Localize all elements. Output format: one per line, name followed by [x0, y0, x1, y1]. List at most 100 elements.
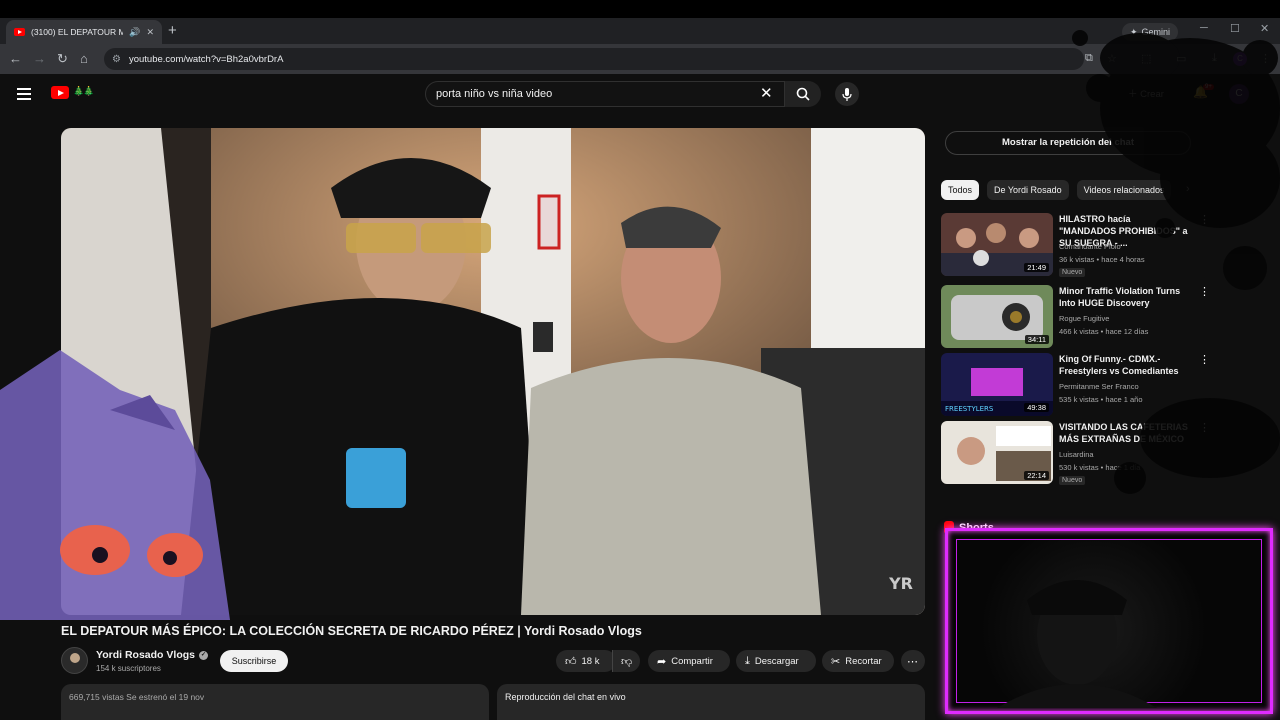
share-arrow-icon: ➦: [657, 655, 667, 668]
recommendation-meta: 466 k vistas • hace 12 días: [1059, 327, 1149, 336]
recommendation-title[interactable]: VISITANDO LAS CAFETERIAS MÁS EXTRAÑAS DE…: [1059, 421, 1189, 445]
extensions-icon[interactable]: ⬚: [1141, 52, 1151, 65]
clip-button[interactable]: ✂ Recortar: [822, 650, 894, 672]
tab-title: (3100) EL DEPATOUR MÁS É: [31, 27, 124, 37]
recommendation-title[interactable]: King Of Funny.- CDMX.- Freestylers vs Co…: [1059, 353, 1189, 377]
home-icon[interactable]: ⌂: [80, 51, 88, 67]
thumbs-down-icon: 👎︎: [621, 655, 633, 668]
search-query-text: porta niño vs niña video: [436, 88, 553, 100]
svg-text:FREESTYLERS: FREESTYLERS: [945, 405, 994, 413]
url-omnibox[interactable]: ⚙ youtube.com/watch?v=Bh2a0vbrDrA: [104, 48, 1084, 70]
youtube-doodle-icon[interactable]: 🎄🎄: [73, 86, 94, 97]
close-tab-icon[interactable]: ✕: [146, 27, 154, 38]
search-input[interactable]: porta niño vs niña video: [425, 81, 785, 107]
like-button[interactable]: 👍︎ 18 k: [556, 650, 616, 672]
url-text: youtube.com/watch?v=Bh2a0vbrDrA: [128, 53, 284, 65]
chevron-right-icon[interactable]: ›: [1186, 183, 1190, 195]
reload-icon[interactable]: ↻: [57, 51, 68, 67]
sidepanel-icon[interactable]: ▭: [1176, 52, 1186, 65]
browser-menu-icon[interactable]: ⋮: [1260, 52, 1271, 65]
download-icon[interactable]: ⤓: [1212, 52, 1217, 65]
plus-icon: ＋: [1128, 89, 1141, 100]
os-top-bar: [0, 0, 1280, 18]
description-meta: 669,715 vistas Se estrenó el 19 nov: [69, 692, 205, 702]
video-frame-image: [61, 128, 925, 615]
recommendation-item[interactable]: 21:49 HILASTRO hacía "MANDADOS PROHIBIDO…: [941, 213, 1211, 277]
video-thumbnail[interactable]: 21:49: [941, 213, 1053, 276]
chip-all[interactable]: Todos: [941, 180, 980, 200]
video-duration: 34:11: [1024, 335, 1049, 344]
gemini-label: Gemini: [1141, 27, 1171, 37]
recommendation-item[interactable]: 34:11 Minor Traffic Violation Turns Into…: [941, 285, 1211, 349]
new-tab-button[interactable]: +: [168, 22, 177, 40]
speaker-icon[interactable]: 🔊: [129, 27, 140, 38]
gemini-button[interactable]: ✦ Gemini: [1122, 23, 1179, 41]
browser-address-bar: ← → ↻ ⌂ ⚙ youtube.com/watch?v=Bh2a0vbrDr…: [0, 44, 1280, 74]
recommendation-channel[interactable]: Rogue Fugitive: [1059, 314, 1109, 323]
maximize-icon[interactable]: ☐: [1230, 22, 1240, 35]
recommendation-item[interactable]: 22:14 VISITANDO LAS CAFETERIAS MÁS EXTRA…: [941, 421, 1211, 485]
download-button[interactable]: ⤓ Descargar: [736, 650, 816, 672]
browser-tab-youtube[interactable]: (3100) EL DEPATOUR MÁS É 🔊 ✕: [6, 20, 162, 44]
video-thumbnail[interactable]: FREESTYLERS 49:38: [941, 353, 1053, 416]
recommendation-title[interactable]: Minor Traffic Violation Turns Into HUGE …: [1059, 285, 1189, 309]
subscriber-count: 154 k suscriptores: [96, 664, 161, 673]
voice-search-button[interactable]: [835, 82, 859, 106]
search-button[interactable]: [785, 81, 821, 107]
recommendation-channel[interactable]: Permitanme Ser Franco: [1059, 382, 1139, 391]
new-badge: Nuevo: [1059, 476, 1086, 485]
more-vertical-icon[interactable]: ⋮: [1199, 423, 1210, 434]
recommendation-item[interactable]: FREESTYLERS 49:38 King Of Funny.- CDMX.-…: [941, 353, 1211, 417]
create-button[interactable]: ＋ Crear: [1128, 86, 1164, 100]
recommendation-channel[interactable]: Comandante Piolo: [1059, 242, 1121, 251]
verified-check-icon: ✓: [198, 650, 208, 660]
account-avatar[interactable]: C: [1229, 84, 1249, 104]
more-vertical-icon[interactable]: ⋮: [1199, 215, 1210, 226]
notifications-count-badge: 9+: [1203, 84, 1214, 90]
video-thumbnail[interactable]: 34:11: [941, 285, 1053, 348]
install-app-icon[interactable]: ⧉: [1085, 52, 1093, 65]
chip-related[interactable]: Videos relacionados: [1076, 180, 1172, 200]
channel-avatar[interactable]: [61, 647, 88, 674]
channel-name[interactable]: Yordi Rosado Vlogs ✓: [96, 649, 208, 661]
menu-icon[interactable]: [17, 88, 31, 100]
recommendation-meta: 535 k vistas • hace 1 año: [1059, 395, 1143, 404]
description-box[interactable]: 669,715 vistas Se estrenó el 19 nov: [61, 684, 489, 720]
chip-from-channel[interactable]: De Yordi Rosado: [987, 180, 1069, 200]
chat-replay-panel[interactable]: Reproducción del chat en vivo: [497, 684, 925, 720]
scissors-icon: ✂: [831, 655, 841, 668]
more-vertical-icon[interactable]: ⋮: [1199, 355, 1210, 366]
browser-tab-strip: (3100) EL DEPATOUR MÁS É 🔊 ✕ + ✦ Gemini …: [0, 18, 1280, 44]
forward-arrow-icon[interactable]: →: [33, 51, 46, 67]
back-arrow-icon[interactable]: ←: [9, 51, 22, 67]
share-button[interactable]: ➦ Compartir: [648, 650, 730, 672]
more-actions-button[interactable]: ⋯: [901, 650, 925, 672]
like-count: 18 k: [581, 655, 600, 667]
clip-label: Recortar: [845, 655, 882, 667]
microphone-icon: [842, 87, 852, 101]
youtube-masthead: 🎄🎄 porta niño vs niña video ✕ ＋ Crear 🔔 …: [0, 74, 1280, 114]
video-thumbnail[interactable]: 22:14: [941, 421, 1053, 484]
filter-chips: Todos De Yordi Rosado Videos relacionado…: [941, 180, 1172, 200]
search-icon: [796, 87, 810, 101]
share-label: Compartir: [671, 655, 713, 667]
minimize-icon[interactable]: ─: [1200, 22, 1208, 34]
channel-name-text: Yordi Rosado Vlogs: [96, 649, 195, 661]
close-window-icon[interactable]: ✕: [1260, 22, 1269, 35]
browser-profile-avatar[interactable]: C: [1233, 52, 1247, 66]
recommendation-meta: 530 k vistas • hace 1 día: [1059, 463, 1141, 472]
site-info-icon[interactable]: ⚙: [112, 54, 121, 65]
bookmark-star-icon[interactable]: ☆: [1107, 52, 1117, 65]
more-vertical-icon[interactable]: ⋮: [1199, 287, 1210, 298]
recommendation-channel[interactable]: Luisardina: [1059, 450, 1094, 459]
show-chat-replay-button[interactable]: Mostrar la repetición del chat: [945, 131, 1191, 155]
youtube-favicon-icon: [14, 28, 25, 36]
streamer-webcam-frame: [945, 528, 1273, 714]
dislike-button[interactable]: 👎︎: [612, 650, 640, 672]
video-duration: 21:49: [1024, 263, 1049, 272]
clear-search-icon[interactable]: ✕: [760, 84, 773, 104]
subscribe-button[interactable]: Suscribirse: [220, 650, 288, 672]
youtube-logo[interactable]: [51, 86, 69, 99]
sparkle-icon: ✦: [1130, 26, 1138, 37]
video-player[interactable]: YR: [61, 128, 925, 615]
